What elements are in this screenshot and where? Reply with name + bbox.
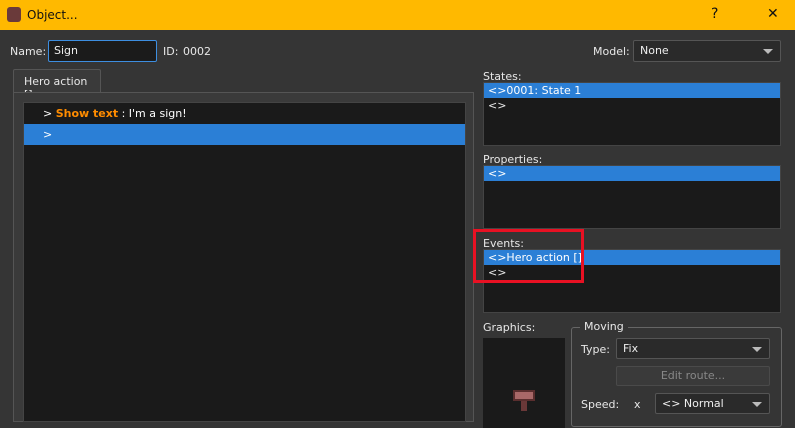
type-value: Fix [623, 342, 639, 355]
command-list[interactable]: > Show text : I'm a sign! > [23, 102, 466, 422]
speed-label: Speed: [581, 398, 620, 411]
chevron-down-icon [752, 402, 762, 407]
row-prefix: > [43, 128, 53, 141]
id-value: 0002 [183, 45, 211, 58]
help-button[interactable]: ? [711, 6, 718, 22]
id-label: ID: [163, 45, 179, 58]
properties-list[interactable]: <> [483, 165, 781, 229]
app-icon [7, 7, 21, 22]
property-item-empty[interactable]: <> [484, 166, 780, 181]
command-row[interactable]: > Show text : I'm a sign! [24, 103, 465, 124]
speed-combo[interactable]: <> Normal [655, 393, 770, 414]
name-input[interactable]: Sign [48, 40, 157, 62]
title-bar: Object... ? ✕ [0, 0, 795, 30]
type-combo[interactable]: Fix [616, 338, 770, 359]
graphics-label: Graphics: [483, 321, 536, 334]
sign-post [521, 401, 527, 411]
model-combo[interactable]: None [633, 40, 781, 62]
model-label: Model: [593, 45, 630, 58]
close-button[interactable]: ✕ [767, 6, 779, 22]
chevron-down-icon [763, 49, 773, 54]
edit-route-button[interactable]: Edit route... [616, 366, 770, 386]
speed-x: x [634, 398, 641, 411]
speed-value: <> Normal [662, 397, 724, 410]
row-prefix: > [43, 107, 53, 120]
state-item[interactable]: <>0001: State 1 [484, 83, 780, 98]
chevron-down-icon [752, 347, 762, 352]
type-label: Type: [581, 343, 610, 356]
state-item-empty[interactable]: <> [484, 98, 780, 113]
sign-sprite-icon [513, 390, 535, 401]
graphics-preview[interactable] [483, 338, 565, 428]
command-name: Show text [55, 107, 119, 120]
highlight-box [473, 229, 584, 283]
window-title: Object... [27, 8, 78, 22]
command-row-empty[interactable]: > [24, 124, 465, 145]
states-list[interactable]: <>0001: State 1 <> [483, 82, 781, 146]
command-text: : I'm a sign! [118, 107, 187, 120]
moving-title: Moving [580, 320, 628, 333]
name-label: Name: [10, 45, 47, 58]
tab-hero-action[interactable]: Hero action [] [13, 69, 101, 101]
model-value: None [640, 44, 669, 57]
